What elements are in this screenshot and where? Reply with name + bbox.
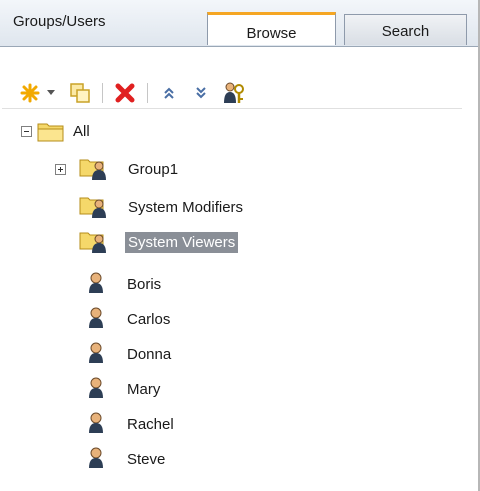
new-dropdown-button[interactable]: [44, 81, 58, 105]
group-folder-icon: [79, 197, 106, 218]
toolbar-separator: [102, 83, 103, 103]
copy-icon: [70, 83, 90, 103]
delete-button[interactable]: [113, 81, 137, 105]
tree-node-label: System Modifiers: [128, 199, 244, 216]
tree-node-label: Boris: [127, 276, 162, 293]
tree-node-label: Donna: [127, 346, 172, 363]
user-icon: [89, 272, 103, 293]
user-icon: [89, 307, 103, 328]
tree-node-label: Rachel: [127, 416, 174, 433]
tab-search[interactable]: Search: [344, 14, 467, 45]
user-icon: [89, 342, 103, 363]
tab-search-label: Search: [381, 23, 430, 40]
collapse-all-icon: [164, 87, 174, 99]
tree-node-label: Mary: [127, 381, 161, 398]
tree-node-label: Carlos: [127, 311, 171, 328]
expand-all-button[interactable]: [190, 81, 212, 105]
folder-icon: [37, 123, 64, 142]
toolbar: [18, 80, 468, 106]
permissions-icon: [224, 82, 244, 103]
tree-node-label: All: [73, 123, 90, 140]
collapse-all-button[interactable]: [158, 81, 180, 105]
user-icon: [89, 377, 103, 398]
tree-node-label: Group1: [128, 161, 179, 178]
tab-browse-label: Browse: [246, 25, 297, 42]
collapse-toggle-icon[interactable]: [21, 126, 32, 137]
copy-button[interactable]: [68, 81, 92, 105]
user-icon: [89, 447, 103, 468]
group-folder-icon: [79, 159, 106, 180]
delete-icon: [115, 83, 135, 103]
group-folder-icon: [79, 232, 106, 253]
expand-toggle-icon[interactable]: [55, 164, 66, 175]
groups-users-panel: Groups/Users Browse Search All Group1 Sy…: [0, 0, 480, 491]
tree-node-label: System Viewers: [125, 232, 239, 253]
tree-node-label: Steve: [127, 451, 166, 468]
panel-header: Groups/Users Browse Search: [0, 0, 478, 47]
panel-title: Groups/Users: [13, 13, 106, 30]
expand-all-icon: [196, 87, 206, 99]
tab-browse[interactable]: Browse: [207, 12, 336, 45]
dropdown-arrow-icon: [47, 90, 55, 95]
toolbar-divider: [2, 108, 462, 109]
new-icon: [20, 83, 40, 103]
user-icon: [89, 412, 103, 433]
toolbar-separator: [147, 83, 148, 103]
new-button[interactable]: [18, 81, 42, 105]
permissions-button[interactable]: [222, 81, 246, 105]
